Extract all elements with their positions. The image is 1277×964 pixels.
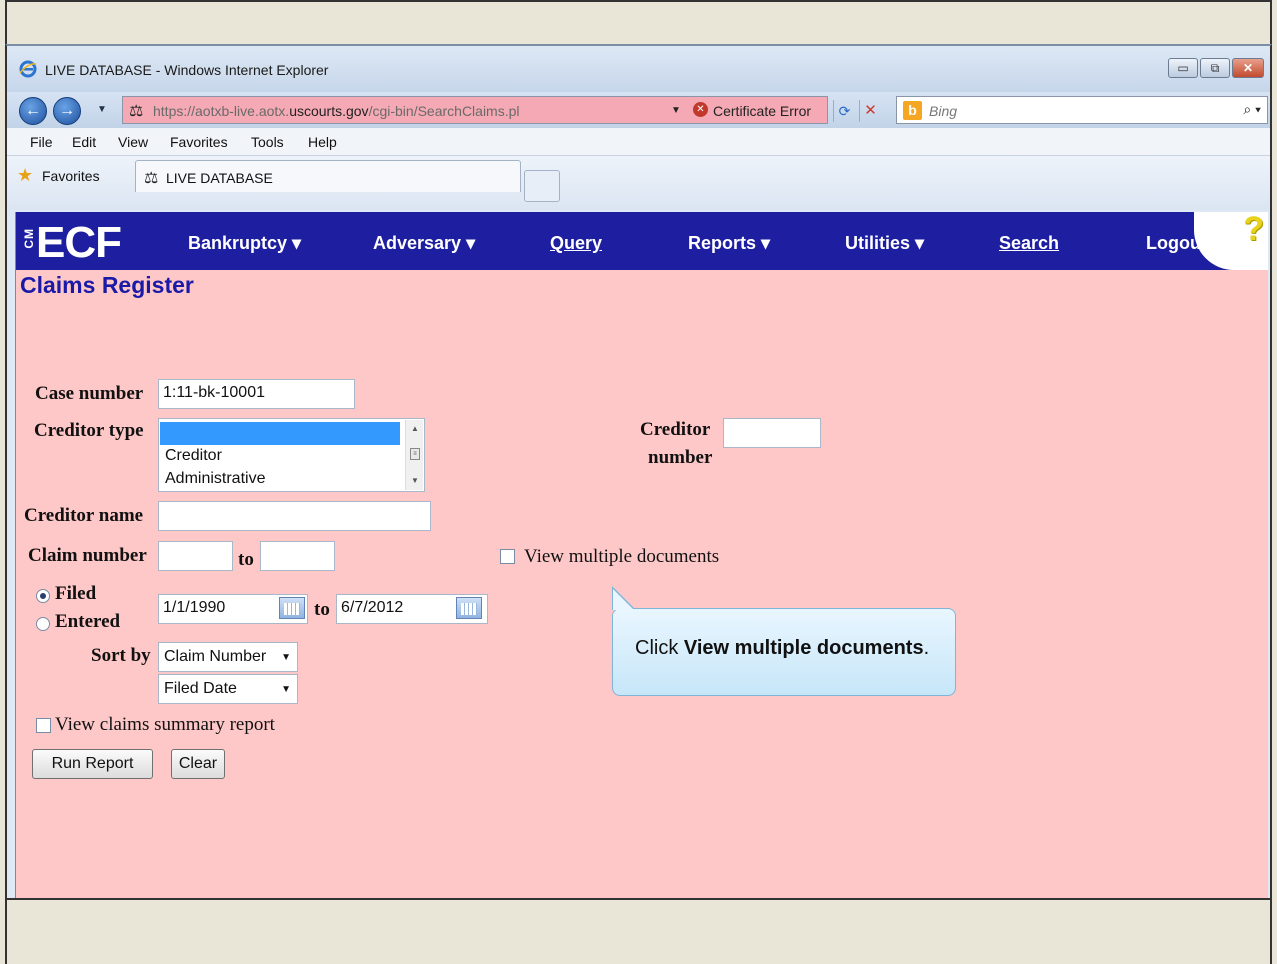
- calendar-to-icon[interactable]: [456, 597, 482, 619]
- nav-utilities[interactable]: Utilities ▾: [845, 233, 924, 254]
- sort-primary-select[interactable]: Claim Number ▼: [158, 642, 298, 672]
- menu-help[interactable]: Help: [308, 134, 337, 150]
- creditor-type-option-blank[interactable]: [160, 422, 400, 445]
- scroll-down-icon[interactable]: ▼: [406, 476, 424, 485]
- creditor-type-option-administrative[interactable]: Administrative: [160, 468, 400, 491]
- stop-icon[interactable]: ✕: [859, 100, 881, 122]
- history-dropdown-icon[interactable]: ▼: [97, 104, 107, 115]
- run-report-button[interactable]: Run Report: [32, 749, 153, 779]
- address-dropdown-icon[interactable]: ▼: [671, 105, 681, 116]
- view-multiple-documents-checkbox[interactable]: [500, 549, 515, 564]
- scales-favicon-icon: ⚖: [129, 103, 144, 120]
- certificate-error-icon[interactable]: ✕: [693, 102, 708, 117]
- certificate-error-label[interactable]: Certificate Error: [713, 103, 811, 119]
- address-row: ← → ▼ ⚖ https://aotxb-live.aotx.uscourts…: [7, 92, 1270, 128]
- clear-button[interactable]: Clear: [171, 749, 225, 779]
- entered-radio[interactable]: [36, 617, 50, 631]
- creditor-number-input[interactable]: [723, 418, 821, 448]
- chevron-down-icon: ▼: [281, 652, 291, 663]
- menu-bar: File Edit View Favorites Tools Help: [7, 128, 1270, 156]
- creditor-name-input[interactable]: [158, 501, 431, 531]
- internet-explorer-icon: [19, 60, 37, 78]
- menu-edit[interactable]: Edit: [72, 134, 96, 150]
- menu-view[interactable]: View: [118, 134, 148, 150]
- refresh-icon[interactable]: ⟳: [833, 100, 855, 122]
- favorites-button[interactable]: Favorites: [42, 168, 100, 184]
- creditor-number-label-2: number: [648, 447, 713, 468]
- favorites-star-icon[interactable]: ★: [17, 165, 33, 186]
- address-bar[interactable]: ⚖ https://aotxb-live.aotx.uscourts.gov/c…: [122, 96, 877, 124]
- favorites-bar: ★ Favorites ⚖ LIVE DATABASE: [7, 156, 1270, 210]
- creditor-type-option-creditor[interactable]: Creditor: [160, 445, 400, 468]
- filed-radio[interactable]: [36, 589, 50, 603]
- slide-frame-bottom: [5, 900, 1272, 964]
- listbox-scrollbar[interactable]: ▲ ≡ ▼: [405, 420, 423, 490]
- callout-tail-inner: [613, 589, 634, 610]
- claim-to-label: to: [238, 549, 254, 570]
- help-icon[interactable]: ?: [1243, 210, 1264, 249]
- instruction-callout: Click View multiple documents.: [612, 608, 956, 696]
- case-number-label: Case number: [35, 383, 144, 404]
- scroll-up-icon[interactable]: ▲: [406, 424, 424, 433]
- close-button[interactable]: ✕: [1232, 58, 1264, 78]
- browser-window: LIVE DATABASE - Windows Internet Explore…: [5, 44, 1272, 900]
- callout-text: Click View multiple documents.: [635, 637, 930, 659]
- title-bar: LIVE DATABASE - Windows Internet Explore…: [7, 46, 1270, 92]
- menu-tools[interactable]: Tools: [251, 134, 284, 150]
- sort-secondary-select[interactable]: Filed Date ▼: [158, 674, 298, 704]
- new-tab-button[interactable]: [524, 170, 560, 202]
- calendar-from-icon[interactable]: [279, 597, 305, 619]
- tab-title: LIVE DATABASE: [166, 170, 273, 186]
- window-title: LIVE DATABASE - Windows Internet Explore…: [45, 62, 329, 78]
- search-icon[interactable]: ⌕ ▾: [1243, 101, 1261, 118]
- claim-number-to-input[interactable]: [260, 541, 335, 571]
- claim-number-from-input[interactable]: [158, 541, 233, 571]
- bing-icon: b: [903, 101, 922, 120]
- window-controls: ▭ ⧉ ✕: [1168, 58, 1264, 78]
- creditor-number-label: Creditor: [640, 419, 711, 440]
- cmecf-logo: CM ECF: [22, 218, 122, 267]
- scales-favicon-icon: ⚖: [144, 170, 159, 187]
- filed-label: Filed: [55, 583, 97, 604]
- page-title: Claims Register: [20, 272, 194, 298]
- creditor-name-label: Creditor name: [24, 505, 144, 526]
- summary-report-checkbox[interactable]: [36, 718, 51, 733]
- claim-number-label: Claim number: [28, 545, 147, 566]
- nav-bankruptcy[interactable]: Bankruptcy ▾: [188, 233, 301, 254]
- nav-reports[interactable]: Reports ▾: [688, 233, 770, 254]
- entered-label: Entered: [55, 611, 121, 632]
- nav-search[interactable]: Search: [999, 233, 1059, 254]
- address-url: https://aotxb-live.aotx.uscourts.gov/cgi…: [153, 103, 520, 119]
- search-placeholder: Bing: [929, 103, 958, 119]
- restore-button[interactable]: ⧉: [1200, 58, 1230, 78]
- slide-frame-top: [5, 0, 1272, 44]
- back-icon[interactable]: ←: [19, 97, 47, 125]
- date-to-label: to: [314, 599, 330, 620]
- chevron-down-icon: ▼: [281, 684, 291, 695]
- summary-report-label[interactable]: View claims summary report: [55, 714, 275, 736]
- menu-file[interactable]: File: [30, 134, 53, 150]
- forward-icon[interactable]: →: [53, 97, 81, 125]
- view-multiple-documents-label[interactable]: View multiple documents: [524, 546, 719, 568]
- nav-query[interactable]: Query: [550, 233, 602, 254]
- scroll-thumb[interactable]: ≡: [410, 448, 420, 460]
- minimize-button[interactable]: ▭: [1168, 58, 1198, 78]
- tab-live-database[interactable]: ⚖ LIVE DATABASE: [135, 160, 521, 192]
- nav-adversary[interactable]: Adversary ▾: [373, 233, 475, 254]
- creditor-type-label: Creditor type: [34, 420, 144, 441]
- ecf-nav-bar: CM ECF Bankruptcy ▾ Adversary ▾ Query Rep…: [16, 210, 1268, 270]
- menu-favorites[interactable]: Favorites: [170, 134, 228, 150]
- case-number-input[interactable]: 1:11-bk-10001: [158, 379, 355, 409]
- creditor-type-listbox[interactable]: Creditor Administrative ▲ ≡ ▼: [158, 418, 425, 492]
- page-content: CM ECF Bankruptcy ▾ Adversary ▾ Query Rep…: [15, 210, 1268, 898]
- sort-by-label: Sort by: [91, 645, 151, 666]
- search-box[interactable]: b Bing ⌕ ▾: [896, 96, 1268, 124]
